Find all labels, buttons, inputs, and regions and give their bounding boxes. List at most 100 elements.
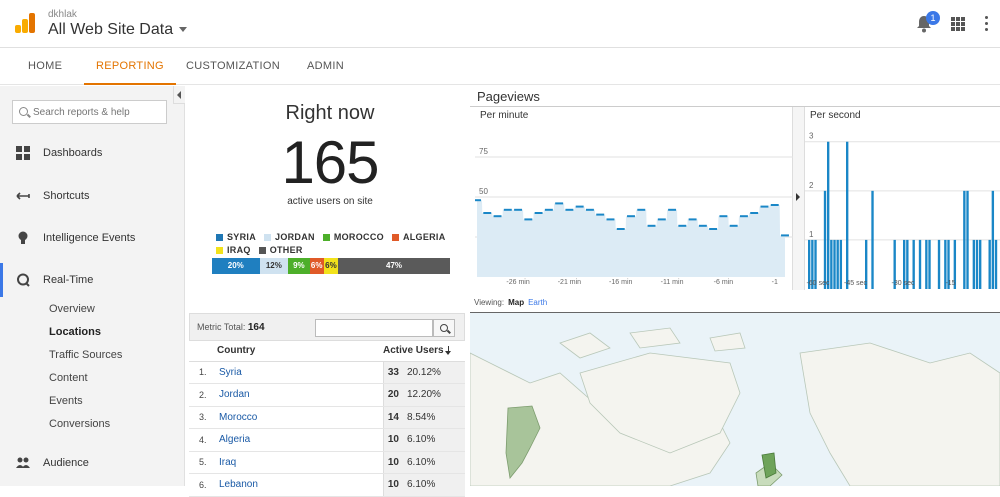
- earth-view-tab[interactable]: Earth: [528, 298, 547, 307]
- table-filter-input[interactable]: [315, 319, 433, 337]
- grid-icon: [16, 146, 30, 160]
- active-users-percent: 6.10%: [403, 473, 465, 497]
- row-index: 3.: [189, 406, 217, 429]
- legend-label: SYRIA: [227, 232, 257, 242]
- per-second-bar: [918, 239, 922, 289]
- per-second-bar: [994, 239, 998, 289]
- share-segment: 6%: [323, 258, 339, 274]
- lightbulb-icon: [18, 231, 28, 244]
- table-row: 6. Lebanon 10 6.10%: [189, 473, 465, 497]
- country-link[interactable]: Iraq: [217, 451, 383, 474]
- per-second-bar: [827, 141, 830, 289]
- active-users-value: 14: [382, 406, 403, 429]
- sort-down-icon: [444, 346, 451, 356]
- table-search-button[interactable]: [433, 319, 455, 337]
- notification-badge[interactable]: 1: [926, 11, 940, 25]
- country-header[interactable]: Country: [217, 341, 383, 362]
- legend-item-syria: SYRIA: [216, 232, 256, 242]
- x-tick-label: -1: [772, 279, 778, 286]
- active-users-percent: 12.20%: [403, 383, 465, 407]
- search-input[interactable]: [33, 104, 163, 120]
- active-users-percent: 6.10%: [403, 428, 465, 452]
- legend-label: ALGERIA: [402, 232, 446, 242]
- table-row: 5. Iraq 10 6.10%: [189, 451, 465, 474]
- sidebar-item-shortcuts[interactable]: Shortcuts: [0, 183, 184, 209]
- per-second-bar: [836, 239, 839, 289]
- active-users-value: 33: [382, 361, 403, 384]
- sidebar-item-intelligence-events[interactable]: Intelligence Events: [0, 225, 184, 251]
- active-users-percent: 8.54%: [403, 406, 465, 429]
- sidebar-subitem-overview[interactable]: Overview: [49, 300, 95, 318]
- right-now-title: Right now: [285, 102, 375, 124]
- metric-total-label: Metric Total:: [197, 322, 246, 332]
- per-second-bar: [839, 239, 843, 289]
- expand-chart-button[interactable]: [793, 107, 805, 290]
- viewing-label: Viewing:: [474, 298, 505, 307]
- tab-home[interactable]: HOME: [28, 48, 62, 85]
- index-header: [189, 341, 217, 362]
- apps-grid-icon[interactable]: [951, 17, 965, 31]
- active-users-percent: 20.12%: [403, 361, 465, 384]
- tab-admin[interactable]: ADMIN: [307, 48, 344, 85]
- legend-swatch: [264, 234, 272, 241]
- sidebar: Dashboards Shortcuts Intelligence Events…: [0, 86, 185, 486]
- tab-customization[interactable]: CUSTOMIZATION: [186, 48, 280, 85]
- sidebar-item-label: Audience: [43, 457, 89, 469]
- share-segment: 20%: [212, 258, 260, 274]
- active-users-count: 165: [281, 129, 379, 196]
- sidebar-subitem-content[interactable]: Content: [49, 369, 88, 387]
- sidebar-subitem-events[interactable]: Events: [49, 392, 83, 410]
- sidebar-item-dashboards[interactable]: Dashboards: [0, 140, 184, 166]
- property-selector[interactable]: All Web Site Data: [48, 21, 188, 39]
- active-users-value: 10: [382, 451, 403, 474]
- more-vert-icon[interactable]: [985, 16, 989, 32]
- tab-reporting[interactable]: REPORTING: [84, 48, 176, 85]
- analytics-logo-icon: [15, 13, 35, 33]
- locations-table: Country Active Users 1. Syria 33 20.12% 2. Jo…: [189, 341, 465, 497]
- metric-total-value: 164: [247, 322, 265, 333]
- sidebar-item-label: Intelligence Events: [43, 232, 136, 244]
- country-link[interactable]: Morocco: [217, 406, 383, 429]
- world-map[interactable]: [470, 313, 1000, 486]
- per-second-label: Per second: [810, 110, 861, 121]
- active-users-value: 10: [382, 473, 403, 497]
- sidebar-subitem-locations[interactable]: Locations: [49, 323, 101, 341]
- pageviews-title: Pageviews: [477, 89, 540, 104]
- sidebar-subitem-traffic-sources[interactable]: Traffic Sources: [49, 346, 122, 364]
- collapse-sidebar-button[interactable]: [173, 86, 185, 104]
- per-second-bar: [937, 239, 941, 289]
- per-second-chart: Per second 1 2 3 -60 sec -45 sec -30 sec -15: [805, 107, 1000, 290]
- y-tick-label: 2: [809, 181, 814, 190]
- eurasia-shape: [799, 342, 1000, 486]
- x-tick-label: -45 sec: [844, 280, 867, 287]
- search-icon: [19, 107, 28, 116]
- table-row: 4. Algeria 10 6.10%: [189, 428, 465, 452]
- account-name: dkhlak: [48, 9, 77, 20]
- country-link[interactable]: Algeria: [217, 428, 383, 452]
- share-segment: 9%: [288, 258, 310, 274]
- active-users-value: 10: [382, 428, 403, 452]
- legend-item-jordan: JORDAN: [264, 232, 315, 242]
- y-tick-label: 1: [809, 230, 814, 239]
- country-link[interactable]: Syria: [217, 361, 383, 384]
- per-minute-chart: Per minute 255075-26 min-21 min-16 min-1…: [473, 107, 793, 290]
- country-share-bar: 20% 12% 9% 6% 6% 47%: [212, 258, 450, 274]
- sidebar-item-real-time[interactable]: Real-Time: [0, 263, 184, 297]
- country-link[interactable]: Jordan: [217, 383, 383, 407]
- per-second-bar: [975, 239, 979, 289]
- map-view-tab[interactable]: Map: [508, 298, 524, 307]
- y-tick-label: 75: [479, 147, 488, 156]
- row-index: 5.: [189, 451, 217, 474]
- active-users-header[interactable]: Active Users: [383, 341, 465, 362]
- sidebar-item-label: Real-Time: [43, 274, 94, 286]
- x-tick-label: -11 min: [661, 279, 684, 286]
- country-legend: SYRIA JORDAN MOROCCO ALGERIA IRAQ OTHER: [216, 232, 456, 258]
- caret-down-icon: [179, 27, 188, 33]
- country-link[interactable]: Lebanon: [217, 473, 383, 497]
- legend-label: IRAQ: [227, 245, 251, 255]
- per-second-bar: [988, 239, 991, 289]
- sidebar-item-audience[interactable]: Audience: [0, 450, 184, 476]
- sidebar-subitem-conversions[interactable]: Conversions: [49, 415, 110, 433]
- sidebar-search[interactable]: [12, 100, 167, 124]
- active-users-value: 20: [382, 383, 403, 407]
